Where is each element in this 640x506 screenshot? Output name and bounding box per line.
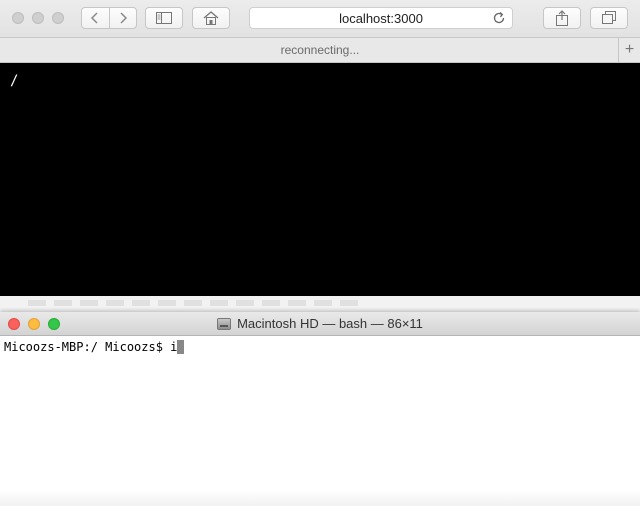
page-prompt-text: / <box>10 73 19 89</box>
show-tabs-button[interactable] <box>590 7 628 29</box>
web-page-content[interactable]: / <box>0 63 640 296</box>
terminal-close-button[interactable] <box>8 318 20 330</box>
window-minimize-button[interactable] <box>32 12 44 24</box>
back-button[interactable] <box>82 8 109 28</box>
sidebar-icon <box>156 12 172 24</box>
share-button[interactable] <box>543 7 581 29</box>
chevron-right-icon <box>120 12 127 24</box>
terminal-window: Macintosh HD — bash — 86×11 Micoozs-MBP:… <box>0 312 640 506</box>
terminal-output[interactable]: Micoozs-MBP:/ Micoozs$ i <box>0 336 640 490</box>
page-overflow-strip <box>0 296 640 312</box>
home-button[interactable] <box>192 7 230 29</box>
browser-window: localhost:3000 reconnecting... + / <box>0 0 640 312</box>
address-text: localhost:3000 <box>339 10 423 26</box>
chevron-left-icon <box>91 12 98 24</box>
tab-bar: reconnecting... + <box>0 38 640 63</box>
window-zoom-button[interactable] <box>52 12 64 24</box>
address-bar[interactable]: localhost:3000 <box>249 7 513 29</box>
shell-prompt: Micoozs-MBP:/ Micoozs$ <box>4 340 171 354</box>
browser-toolbar: localhost:3000 <box>0 0 640 38</box>
terminal-minimize-button[interactable] <box>28 318 40 330</box>
plus-icon: + <box>624 41 635 58</box>
terminal-titlebar[interactable]: Macintosh HD — bash — 86×11 <box>0 312 640 336</box>
terminal-zoom-button[interactable] <box>48 318 60 330</box>
tab-status-label[interactable]: reconnecting... <box>281 43 360 57</box>
terminal-footer <box>0 490 640 506</box>
window-close-button[interactable] <box>12 12 24 24</box>
terminal-title: Macintosh HD — bash — 86×11 <box>237 316 423 331</box>
shell-input: i <box>170 340 178 354</box>
hard-disk-icon <box>217 317 232 330</box>
sidebar-button[interactable] <box>145 7 183 29</box>
tabs-icon <box>602 11 616 24</box>
text-cursor <box>177 340 185 354</box>
home-icon <box>203 11 219 25</box>
faded-text-residue <box>28 300 358 306</box>
reload-icon[interactable] <box>492 11 506 25</box>
history-navigation <box>81 7 137 29</box>
share-icon <box>556 10 568 26</box>
new-tab-button[interactable]: + <box>618 38 640 62</box>
forward-button[interactable] <box>108 8 137 28</box>
